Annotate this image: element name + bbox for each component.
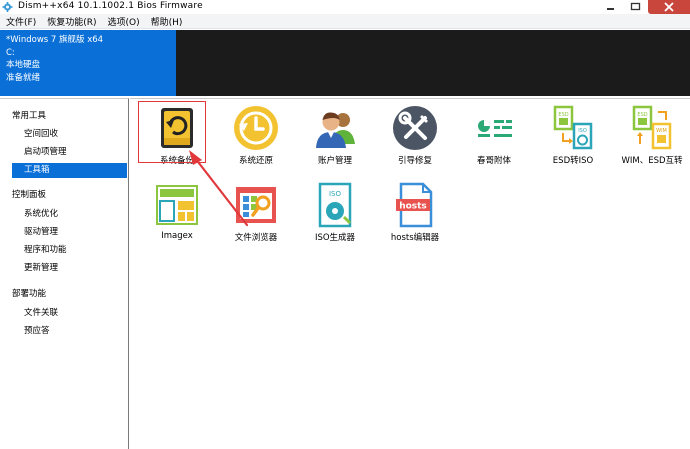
sidebar-item-update-manager[interactable]: 更新管理: [12, 261, 127, 276]
tool-iso-generator[interactable]: ISO ISO生成器: [296, 178, 371, 246]
sidebar-item-answer-file[interactable]: 预应答: [12, 324, 127, 339]
sidebar-item-space-reclaim[interactable]: 空间回收: [12, 127, 127, 142]
session-status: 准备就绪: [6, 72, 41, 83]
imagex-icon: [156, 185, 198, 225]
tool-hosts-editor[interactable]: hosts hosts编辑器: [376, 178, 451, 246]
sidebar-item-system-optimize[interactable]: 系统优化: [12, 207, 127, 222]
title-bar: Dism++x64 10.1.1002.1 Bios Firmware: [0, 0, 690, 14]
tool-label: 账户管理: [317, 156, 352, 166]
chunge-attach-icon: [478, 120, 512, 137]
account-management-icon: [316, 112, 355, 148]
tool-label: 引导修复: [397, 156, 432, 166]
session-list-area: [176, 30, 690, 96]
sidebar-item-driver-manager[interactable]: 驱动管理: [12, 225, 127, 240]
wim-esd-convert-icon: ESD WIM: [632, 105, 672, 150]
sidebar-item-programs-features[interactable]: 程序和功能: [12, 243, 127, 258]
sidebar-group-common-tools: 常用工具: [12, 111, 47, 121]
menu-bar: 文件(F) 恢复功能(R) 选项(O) 帮助(H): [0, 14, 690, 29]
annotation-highlight-box: [138, 101, 206, 163]
close-button[interactable]: [648, 0, 690, 14]
minimize-icon: [607, 8, 614, 10]
tool-file-browser[interactable]: 文件浏览器: [217, 178, 292, 246]
maximize-icon: [630, 2, 641, 11]
tool-label: Imagex: [161, 231, 193, 241]
sidebar-group-control-panel: 控制面板: [12, 190, 47, 200]
svg-text:ESD: ESD: [637, 112, 647, 118]
session-drive: C:: [6, 47, 15, 58]
tool-label: WIM、ESD互转: [621, 156, 683, 166]
tool-label: 文件浏览器: [234, 233, 278, 243]
minimize-button[interactable]: [598, 0, 623, 14]
esd-to-iso-icon: ESD ISO: [553, 105, 593, 150]
menu-file[interactable]: 文件(F): [6, 15, 36, 28]
hosts-editor-icon: hosts: [396, 182, 433, 228]
svg-text:WIM: WIM: [656, 128, 667, 134]
tool-account-management[interactable]: 账户管理: [296, 101, 371, 169]
session-info-panel[interactable]: *Windows 7 旗舰版 x64 C: 本地硬盘 准备就绪: [0, 30, 176, 96]
iso-generator-icon: ISO: [318, 182, 352, 228]
boot-repair-icon: [393, 106, 437, 150]
sidebar-item-file-association[interactable]: 文件关联: [12, 306, 127, 321]
menu-options[interactable]: 选项(O): [107, 15, 139, 28]
sidebar-group-deployment: 部署功能: [12, 289, 47, 299]
sidebar: 常用工具 空间回收 启动项管理 工具箱 控制面板 系统优化 驱动管理 程序和功能…: [0, 98, 129, 449]
menu-restore[interactable]: 恢复功能(R): [47, 15, 96, 28]
tool-esd-to-iso[interactable]: ESD ISO ESD转ISO: [534, 101, 609, 169]
session-os: *Windows 7 旗舰版 x64: [6, 35, 104, 45]
tool-system-restore[interactable]: 系统还原: [217, 101, 292, 169]
svg-text:ISO: ISO: [578, 128, 587, 134]
maximize-button[interactable]: [623, 0, 648, 14]
tool-label: ISO生成器: [314, 233, 356, 243]
svg-text:ISO: ISO: [329, 190, 342, 198]
file-browser-icon: [236, 187, 276, 223]
menu-help[interactable]: 帮助(H): [151, 15, 183, 28]
tool-wim-esd-convert[interactable]: ESD WIM WIM、ESD互转: [613, 101, 688, 169]
window-title: Dism++x64 10.1.1002.1 Bios Firmware: [18, 1, 203, 11]
app-gear-icon: [2, 2, 13, 12]
tool-label: hosts编辑器: [390, 233, 440, 243]
tool-label: 春哥附体: [476, 156, 511, 166]
system-restore-icon: [234, 106, 278, 150]
svg-text:hosts: hosts: [399, 202, 427, 212]
tool-label: ESD转ISO: [552, 156, 594, 166]
session-disk: 本地硬盘: [6, 60, 41, 70]
tool-label: 系统还原: [238, 156, 273, 166]
svg-text:ESD: ESD: [558, 112, 568, 118]
close-icon: [664, 2, 674, 12]
tool-imagex[interactable]: Imagex: [138, 178, 213, 246]
tool-chunge-attach[interactable]: 春哥附体: [455, 101, 530, 169]
toolbox-panel: 系统备份 系统还原 账户管理 引导修复 春哥附体 ESD ISO ESD转ISO…: [130, 98, 690, 449]
sidebar-item-toolbox[interactable]: 工具箱: [12, 163, 127, 178]
sidebar-item-startup-manager[interactable]: 启动项管理: [12, 145, 127, 160]
tool-boot-repair[interactable]: 引导修复: [376, 101, 451, 169]
